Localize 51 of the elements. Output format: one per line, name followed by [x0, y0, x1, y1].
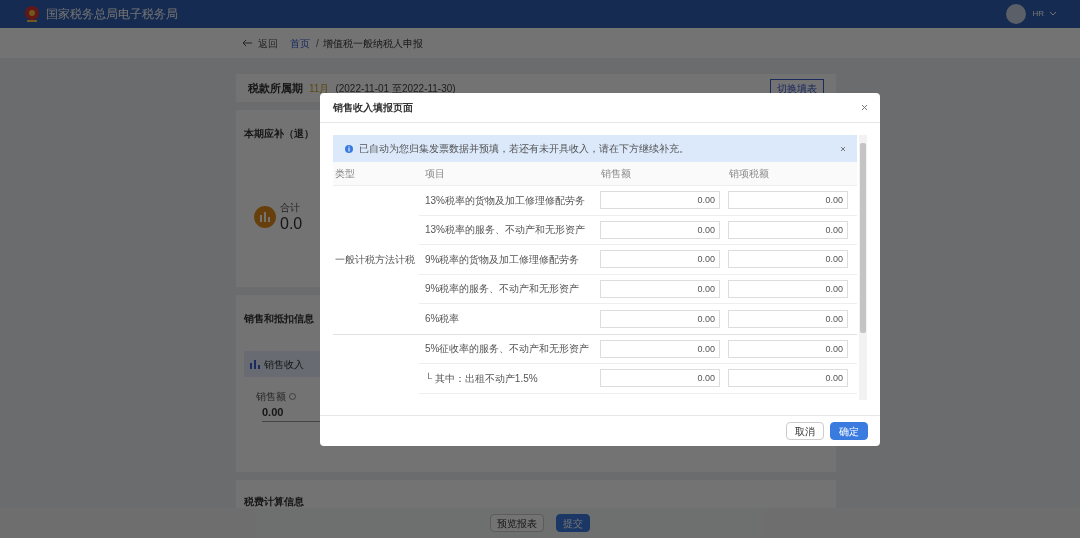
tax-input[interactable]: 0.00 [728, 279, 848, 298]
tax-input[interactable]: 0.00 [728, 309, 848, 328]
sales-input[interactable]: 0.00 [600, 279, 720, 298]
sales-input[interactable]: 0.00 [600, 220, 720, 239]
emblem-icon [24, 5, 40, 23]
period-label: 税款所属期 [248, 80, 303, 96]
sales-input[interactable]: 0.00 [600, 309, 720, 328]
close-icon[interactable] [862, 105, 867, 110]
item-cell-text: 9%税率的服务、不动产和无形资产 [424, 282, 581, 297]
sales-input[interactable]: 0.00 [600, 369, 720, 388]
site-title: 国家税务总局电子税务局 [46, 6, 178, 23]
item-cell-text: 13%税率的服务、不动产和无形资产 [424, 223, 586, 238]
bar-chart-icon [254, 205, 276, 228]
tax-input[interactable]: 0.00 [728, 220, 848, 239]
tax-input[interactable]: 0.00 [728, 369, 848, 388]
tax-input[interactable]: 0.00 [728, 339, 848, 358]
type-cell-text: 一般计税方法计税 [334, 253, 415, 268]
secondary-button[interactable]: 预览报表 [490, 514, 544, 532]
column-header: 销售额 [600, 167, 632, 181]
item-cell-text: 9%税率的货物及加工修理修配劳务 [424, 252, 581, 267]
sales-title: 销售和抵扣信息 [244, 313, 314, 324]
calc-title: 税费计算信息 [244, 496, 304, 507]
avatar[interactable] [1006, 4, 1027, 24]
sales-input[interactable]: 0.00 [600, 191, 720, 210]
total-label: 合计 [280, 201, 301, 215]
summary-title: 本期应补（退） [244, 128, 314, 139]
period-month: 11月 [309, 81, 330, 96]
alert-text: 已自动为您归集发票数据并预填，若还有未开具收入，请在下方继续补充。 [359, 142, 689, 156]
tax-input[interactable]: 0.00 [728, 191, 848, 210]
column-header: 销项税额 [728, 167, 770, 181]
chart-icon [250, 359, 260, 369]
close-icon[interactable] [841, 146, 845, 151]
scrollbar[interactable] [859, 135, 867, 400]
item-cell-text: 5%征收率的服务、不动产和无形资产 [424, 342, 591, 357]
total-value: 0.0 [280, 215, 303, 233]
sales-label: 销售额 [256, 390, 286, 404]
column-header: 项目 [424, 167, 446, 181]
item-cell-text: └ 其中：出租不动产1.5% [424, 371, 539, 386]
column-header: 类型 [334, 167, 356, 181]
sales-input[interactable]: 0.00 [600, 339, 720, 358]
item-cell-text: 6%税率 [424, 312, 461, 327]
sales-input[interactable]: 0.00 [600, 250, 720, 269]
item-cell-text: 13%税率的货物及加工修理修配劳务 [424, 193, 586, 208]
breadcrumb-separator: / [316, 36, 319, 51]
secondary-button[interactable]: 取消 [786, 422, 824, 440]
period-range: (2022-11-01 至2022-11-30) [335, 81, 456, 96]
tax-input[interactable]: 0.00 [728, 250, 848, 269]
back-arrow-icon[interactable] [242, 39, 252, 47]
confirm-button[interactable]: 确定 [830, 422, 868, 440]
dialog-title: 销售收入填报页面 [333, 101, 413, 115]
chevron-down-icon[interactable] [1050, 12, 1056, 16]
